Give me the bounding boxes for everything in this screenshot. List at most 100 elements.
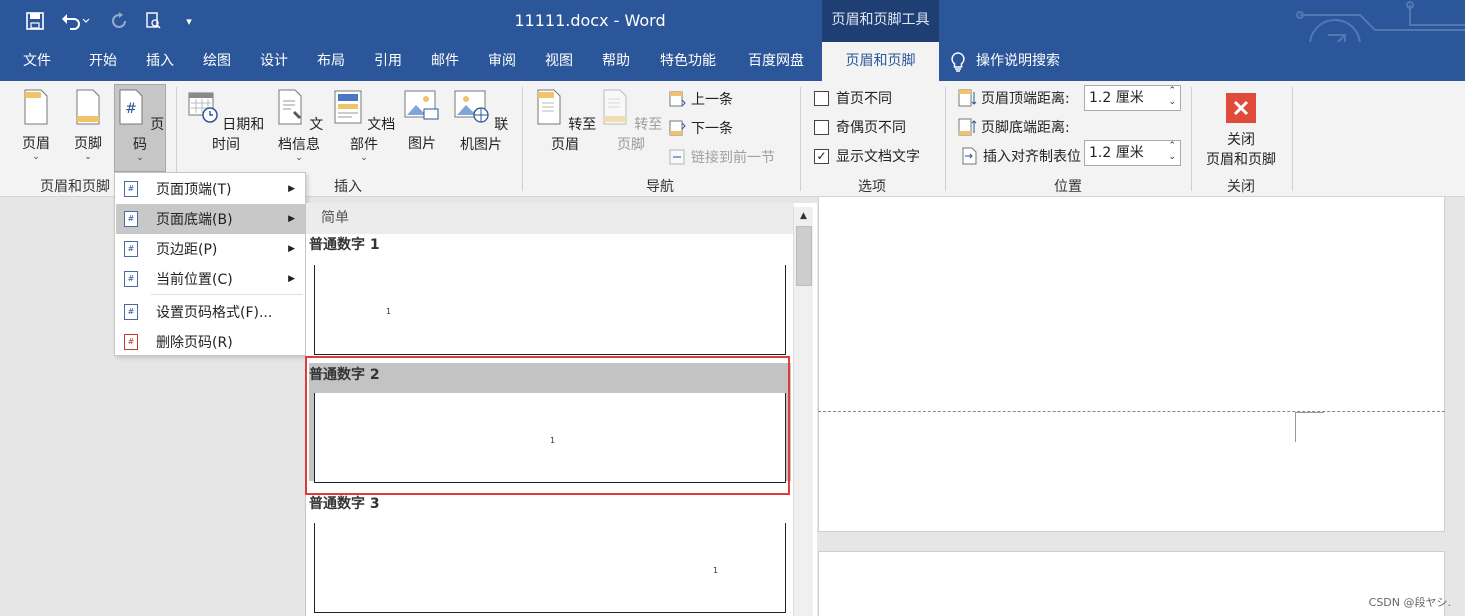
show-document-text-label: 显示文档文字	[836, 149, 920, 165]
insert-alignment-tab-button[interactable]: 插入对齐制表位	[960, 144, 1081, 168]
close-button-line2: 页眉和页脚	[1206, 152, 1276, 168]
goto-footer-button[interactable]: 转至页脚	[598, 89, 664, 154]
menu-item-top-of-page[interactable]: # 页面顶端(T) ▶	[116, 174, 305, 204]
gallery-sample-number: 1	[713, 566, 719, 575]
scroll-up-arrow-icon[interactable]: ▲	[794, 207, 813, 225]
tab-view[interactable]: 视图	[534, 42, 584, 81]
menu-item-remove-page-numbers[interactable]: # 删除页码(R)	[116, 327, 305, 357]
group-label-position: 位置	[1054, 179, 1082, 195]
first-page-different-label: 首页不同	[836, 91, 892, 107]
title-bar: ▾ 11111.docx - Word 页眉和页脚工具	[0, 0, 1465, 42]
tab-mailings[interactable]: 邮件	[420, 42, 470, 81]
tab-special-features[interactable]: 特色功能	[648, 42, 728, 81]
close-header-footer-button[interactable]: 关闭 页眉和页脚	[1198, 89, 1284, 169]
online-picture-icon	[454, 90, 489, 123]
format-page-number-icon: #	[124, 304, 138, 320]
text-cursor	[1295, 412, 1296, 442]
gallery-item-plain-number-1[interactable]: 1	[314, 265, 786, 355]
chevron-down-icon: ⌄	[32, 152, 40, 162]
gallery-item-plain-number-3[interactable]: 1	[314, 523, 786, 613]
checkbox-unchecked-icon	[814, 90, 829, 106]
next-section-icon	[669, 120, 686, 136]
header-button[interactable]: 页眉 ⌄	[12, 89, 60, 162]
close-button-line1: 关闭	[1227, 132, 1255, 148]
menu-divider	[151, 294, 303, 295]
tab-draw[interactable]: 绘图	[192, 42, 242, 81]
remove-page-number-icon: #	[124, 334, 138, 350]
header-icon	[24, 89, 48, 125]
tab-home[interactable]: 开始	[78, 42, 128, 81]
goto-header-button[interactable]: 转至页眉	[532, 89, 598, 154]
menu-item-current-position[interactable]: # 当前位置(C) ▶	[116, 264, 305, 294]
tab-layout[interactable]: 布局	[306, 42, 356, 81]
group-separator	[945, 87, 946, 191]
page-number-margin-icon: #	[124, 241, 138, 257]
footer-distance-value: 1.2 厘米	[1089, 145, 1144, 161]
header-distance-label: 页眉顶端距离:	[981, 91, 1070, 107]
link-to-previous-label: 链接到前一节	[691, 150, 775, 166]
group-label-options: 选项	[858, 179, 886, 195]
goto-footer-icon	[603, 89, 627, 125]
tab-header-footer[interactable]: 页眉和页脚	[822, 42, 939, 81]
tab-insert[interactable]: 插入	[135, 42, 185, 81]
date-time-button[interactable]: 日期和时间	[186, 89, 266, 154]
header-distance-icon	[958, 89, 977, 107]
footer-distance-label: 页脚底端距离:	[981, 120, 1070, 136]
document-info-button[interactable]: 文档信息 ⌄	[268, 89, 330, 163]
footer-boundary-line	[818, 411, 1445, 412]
gallery-item-title: 普通数字 1	[309, 237, 380, 253]
gallery-sample-number: 1	[386, 307, 392, 316]
submenu-arrow-icon: ▶	[288, 244, 295, 254]
pictures-button[interactable]: 图片	[400, 89, 444, 153]
submenu-arrow-icon: ▶	[288, 214, 295, 224]
footer-distance-input[interactable]: 1.2 厘米 ⌃ ⌄	[1084, 140, 1181, 166]
page-number-button[interactable]: # 页码 ⌄	[115, 89, 165, 163]
link-icon	[669, 149, 685, 165]
odd-even-different-checkbox[interactable]: 奇偶页不同	[814, 115, 906, 139]
tab-design[interactable]: 设计	[249, 42, 299, 81]
quick-parts-button[interactable]: 文档部件 ⌄	[332, 89, 396, 163]
tab-references[interactable]: 引用	[363, 42, 413, 81]
date-time-label: 日期和时间	[212, 117, 265, 153]
document-info-icon	[278, 89, 302, 125]
group-label-close: 关闭	[1227, 179, 1255, 195]
menu-item-label: 页面顶端(T)	[156, 182, 232, 198]
link-to-previous-button[interactable]: 链接到前一节	[668, 145, 775, 169]
checkbox-unchecked-icon	[814, 119, 829, 135]
group-separator	[800, 87, 801, 191]
header-distance-input[interactable]: 1.2 厘米 ⌃ ⌄	[1084, 85, 1181, 111]
tab-baidu-netdisk[interactable]: 百度网盘	[738, 42, 814, 81]
cursor-mark	[1296, 412, 1324, 413]
tab-help[interactable]: 帮助	[591, 42, 641, 81]
tab-review[interactable]: 审阅	[477, 42, 527, 81]
ribbon-tabs: 文件 开始 插入 绘图 设计 布局 引用 邮件 审阅 视图 帮助 特色功能 百度…	[0, 42, 1465, 81]
document-page[interactable]	[818, 197, 1445, 532]
footer-button[interactable]: 页脚 ⌄	[64, 89, 112, 162]
first-page-different-checkbox[interactable]: 首页不同	[814, 86, 892, 110]
menu-item-format-page-numbers[interactable]: # 设置页码格式(F)...	[116, 297, 305, 327]
show-document-text-checkbox[interactable]: ✓ 显示文档文字	[814, 144, 920, 168]
tell-me-search[interactable]: 操作说明搜索	[950, 42, 1100, 81]
tell-me-label: 操作说明搜索	[976, 53, 1060, 69]
svg-text:#: #	[125, 101, 137, 117]
gallery-scrollbar[interactable]: ▲	[793, 207, 813, 616]
next-button[interactable]: 下一条	[668, 116, 733, 140]
footer-distance-icon	[958, 118, 977, 136]
online-pictures-button[interactable]: 联机图片	[448, 89, 514, 154]
footer-icon	[76, 89, 100, 125]
window-title: 11111.docx - Word	[514, 11, 666, 30]
submenu-arrow-icon: ▶	[288, 184, 295, 194]
group-label-navigation: 导航	[646, 179, 674, 195]
document-page-2[interactable]	[818, 551, 1445, 616]
page-number-top-icon: #	[124, 181, 138, 197]
watermark-text: CSDN @段ヤシ.	[1368, 596, 1451, 609]
scrollbar-thumb[interactable]	[796, 226, 812, 286]
footer-distance-row: 页脚底端距离:	[958, 115, 1070, 139]
previous-button[interactable]: 上一条	[668, 87, 733, 111]
spinner-arrows-icon[interactable]: ⌃ ⌄	[1168, 86, 1176, 108]
menu-item-page-margins[interactable]: # 页边距(P) ▶	[116, 234, 305, 264]
spinner-arrows-icon[interactable]: ⌃ ⌄	[1168, 141, 1176, 163]
tab-file[interactable]: 文件	[12, 42, 62, 81]
menu-item-bottom-of-page[interactable]: # 页面底端(B) ▶	[116, 204, 305, 234]
page-number-current-icon: #	[124, 271, 138, 287]
